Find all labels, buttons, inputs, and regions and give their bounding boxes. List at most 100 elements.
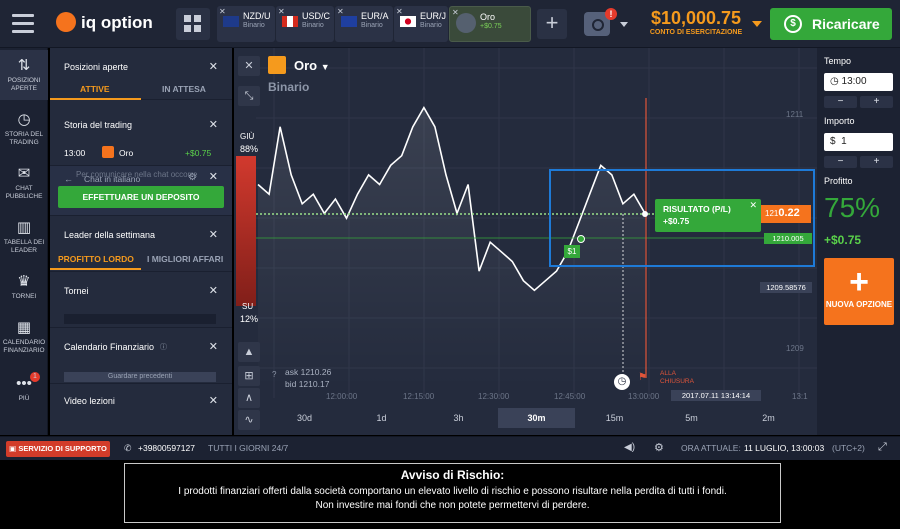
- timeframe-1d[interactable]: 1d: [343, 408, 420, 428]
- support-button[interactable]: ▣ SERVIZIO DI SUPPORTO: [6, 441, 110, 457]
- collapse-icon[interactable]: ⤡: [238, 86, 260, 106]
- analysis-icon[interactable]: ∿: [238, 410, 260, 430]
- tab-sub: Binario: [302, 22, 324, 29]
- sidebar-item-positions[interactable]: ⇅ POSIZIONI APERTE: [0, 50, 48, 100]
- amount-value: 1: [841, 136, 847, 147]
- sidebar-item-more[interactable]: ••• PIÙ 1: [0, 372, 48, 412]
- close-icon[interactable]: ✕: [396, 7, 403, 16]
- ask-price: ask 1210.26: [285, 367, 332, 377]
- indicators-icon[interactable]: ⊞: [238, 366, 260, 386]
- tab-eura[interactable]: ✕ EUR/A Binario: [335, 6, 393, 42]
- fullscreen-icon[interactable]: ⤢: [878, 441, 887, 454]
- tab-gross-profit[interactable]: PROFITTO LORDO: [58, 254, 134, 264]
- draw-icon[interactable]: ∧: [238, 388, 260, 408]
- amount-minus-button[interactable]: −: [824, 156, 857, 168]
- close-icon[interactable]: ✕: [209, 284, 218, 297]
- current-point: [642, 211, 648, 217]
- timezone: (UTC+2): [832, 443, 865, 453]
- close-icon[interactable]: ✕: [219, 7, 226, 16]
- time-label: 12:45:00: [554, 392, 586, 401]
- time-plus-button[interactable]: +: [860, 96, 893, 108]
- calendar-link[interactable]: Guardare precedenti: [64, 372, 216, 382]
- sidebar-item-history[interactable]: ◷ STORIA DEL TRADING: [0, 104, 48, 154]
- support-label: SERVIZIO DI SUPPORTO: [18, 444, 107, 453]
- close-chart-icon[interactable]: ✕: [238, 56, 260, 76]
- tab-gold[interactable]: ✕ Oro +$0.75: [449, 6, 531, 42]
- tab-eurj[interactable]: ✕ EUR/J Binario: [394, 6, 448, 42]
- menu-icon[interactable]: [12, 14, 34, 34]
- logo[interactable]: iq option: [56, 11, 153, 34]
- timeframe-15m[interactable]: 15m: [576, 408, 653, 428]
- close-icon[interactable]: ✕: [209, 394, 218, 407]
- close-label: ALLA CHIUSURA: [660, 370, 694, 385]
- chevron-down-icon[interactable]: [620, 22, 628, 27]
- tab-usd[interactable]: ✕ USD/C Binario: [276, 6, 334, 42]
- sidebar-item-calendar[interactable]: ▦ CALENDARIO FINANZIARIO: [0, 314, 48, 364]
- profit-pct: 75%: [824, 192, 881, 223]
- asset-selector[interactable]: Oro ▼: [294, 58, 330, 73]
- sidebar-item-label: TORNEI: [11, 293, 37, 300]
- close-icon[interactable]: ✕: [209, 118, 218, 131]
- tab-nzd[interactable]: ✕ NZD/U Binario: [217, 6, 275, 42]
- tab-pending[interactable]: IN ATTESA: [162, 84, 206, 94]
- close-icon[interactable]: ✕: [209, 60, 218, 73]
- result-title: RISULTATO (P/L): [663, 204, 731, 214]
- time-value: 13:00: [841, 76, 867, 87]
- asset-grid-button[interactable]: [176, 8, 210, 40]
- amount-plus-button[interactable]: +: [860, 156, 893, 168]
- price-level: 1209: [786, 344, 804, 353]
- amount-field[interactable]: $ 1: [824, 133, 893, 151]
- tab-symbol: Oro: [480, 12, 496, 22]
- deposit-button[interactable]: EFFETTUARE UN DEPOSITO: [58, 186, 224, 208]
- history-profit: +$0.75: [185, 148, 212, 158]
- timeframe-2m[interactable]: 2m: [730, 408, 807, 428]
- time-label: 12:30:00: [478, 392, 510, 401]
- close-icon[interactable]: ✕: [337, 7, 344, 16]
- add-tab-button[interactable]: +: [537, 9, 567, 39]
- chart-type-icon[interactable]: ▲: [238, 342, 260, 362]
- back-arrow-icon[interactable]: ←: [64, 174, 73, 184]
- balance-label: CONTO DI ESERCITAZIONE: [649, 29, 743, 36]
- chart-area[interactable]: ✕ ⤡ Oro ▼ Binario GIÙ 88% SU 12% ▲ ⊞ ∧ ∿…: [234, 48, 817, 435]
- timeframe-5m[interactable]: 5m: [653, 408, 730, 428]
- time-minus-button[interactable]: −: [824, 96, 857, 108]
- recharge-button[interactable]: $ Ricaricare: [770, 8, 892, 40]
- close-icon[interactable]: ✕: [749, 200, 757, 211]
- sidebar-item-leaders[interactable]: ▥ TABELLA DEI LEADER: [0, 212, 48, 262]
- volume-icon[interactable]: ◀): [624, 442, 635, 453]
- asset-name: Oro: [294, 58, 318, 73]
- info-icon[interactable]: ⓘ: [160, 342, 167, 352]
- time-field[interactable]: ◷ 13:00: [824, 73, 893, 91]
- price-prefix: 121: [765, 209, 779, 218]
- close-icon[interactable]: ✕: [209, 228, 218, 241]
- tournaments-content: [64, 314, 216, 324]
- tab-best-deals[interactable]: I MIGLIORI AFFARI: [147, 254, 223, 264]
- close-icon[interactable]: ✕: [209, 340, 218, 353]
- timeframe-30m[interactable]: 30m: [498, 408, 575, 428]
- entry-point: [577, 235, 585, 243]
- gold-icon: [102, 146, 114, 158]
- timeframe-30d[interactable]: 30d: [266, 408, 343, 428]
- sidebar-item-tournaments[interactable]: ♛ TORNEI: [0, 268, 48, 310]
- open-positions-section: Posizioni aperte ✕ ATTIVE IN ATTESA: [50, 48, 232, 100]
- close-icon[interactable]: ✕: [209, 170, 218, 183]
- timeframe-3h[interactable]: 3h: [420, 408, 497, 428]
- sidebar-item-label: STORIA DEL TRADING: [4, 131, 44, 146]
- sidebar-item-label: TABELLA DEI LEADER: [3, 239, 45, 254]
- settings-icon[interactable]: ⚙: [654, 441, 664, 454]
- phone-number[interactable]: +39800597127: [138, 443, 195, 453]
- close-icon[interactable]: ✕: [278, 7, 285, 16]
- help-icon[interactable]: ?: [272, 370, 276, 379]
- sidebar-item-chat[interactable]: ✉ CHAT PUBBLICHE: [0, 158, 48, 208]
- bottom-bar: ▣ SERVIZIO DI SUPPORTO ✆ +39800597127 TU…: [0, 436, 900, 460]
- tab-active[interactable]: ATTIVE: [80, 84, 110, 94]
- risk-line-1: I prodotti finanziari offerti dalla soci…: [178, 486, 727, 497]
- new-option-button[interactable]: + NUOVA OPZIONE: [824, 258, 894, 325]
- profit-label: Profitto: [824, 176, 853, 186]
- result-tooltip: RISULTATO (P/L) +$0.75 ✕: [655, 199, 761, 232]
- amount-label: Importo: [824, 116, 855, 126]
- profit-value: +$0.75: [824, 233, 862, 247]
- time-label: 12:00:00: [326, 392, 358, 401]
- balance[interactable]: $10,000.75 CONTO DI ESERCITAZIONE: [640, 8, 752, 36]
- chevron-down-icon[interactable]: [752, 21, 762, 27]
